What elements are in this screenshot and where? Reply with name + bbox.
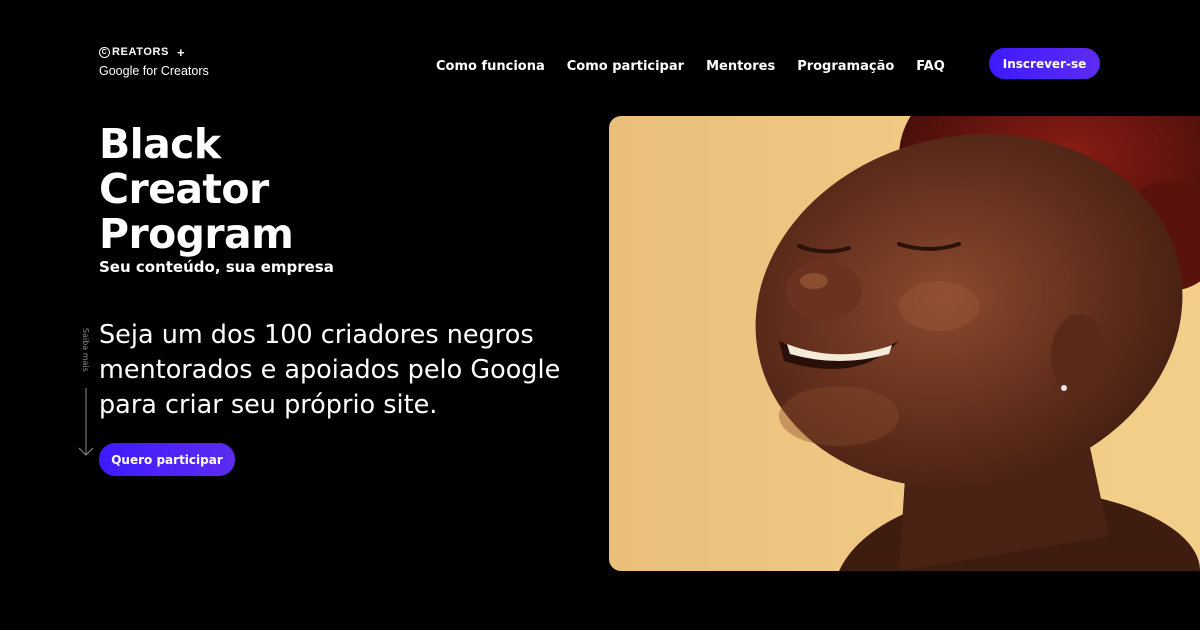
nav-item-como-funciona[interactable]: Como funciona bbox=[436, 59, 545, 74]
arrow-down-icon[interactable] bbox=[78, 388, 94, 458]
scroll-hint-label[interactable]: Saiba mais bbox=[81, 328, 90, 372]
logo-wordmark: C REATORS + bbox=[99, 44, 209, 60]
landing-page: C REATORS + Google for Creators Como fun… bbox=[0, 0, 1200, 630]
hero-description: Seja um dos 100 criadores negros mentora… bbox=[99, 320, 561, 420]
hero-photo bbox=[609, 116, 1200, 571]
nav-item-mentores[interactable]: Mentores bbox=[706, 59, 775, 74]
join-button[interactable]: Quero participar bbox=[99, 443, 235, 476]
creators-logo[interactable]: C REATORS + Google for Creators bbox=[99, 45, 209, 78]
nav-item-faq[interactable]: FAQ bbox=[916, 59, 945, 74]
logo-c-circle-icon: C bbox=[99, 46, 110, 58]
smiling-woman-photo-icon bbox=[609, 116, 1200, 571]
nav-item-como-participar[interactable]: Como participar bbox=[567, 59, 684, 74]
logo-wordmark-text: REATORS bbox=[112, 46, 169, 58]
logo-plus: + bbox=[176, 44, 186, 60]
hero-title: Black Creator Program bbox=[99, 120, 294, 258]
logo-subtext: Google for Creators bbox=[99, 64, 209, 78]
signup-button[interactable]: Inscrever-se bbox=[989, 48, 1100, 79]
main-nav: Como funciona Como participar Mentores P… bbox=[436, 59, 945, 74]
nav-item-programacao[interactable]: Programação bbox=[797, 59, 894, 74]
hero-subtitle: Seu conteúdo, sua empresa bbox=[99, 258, 334, 276]
